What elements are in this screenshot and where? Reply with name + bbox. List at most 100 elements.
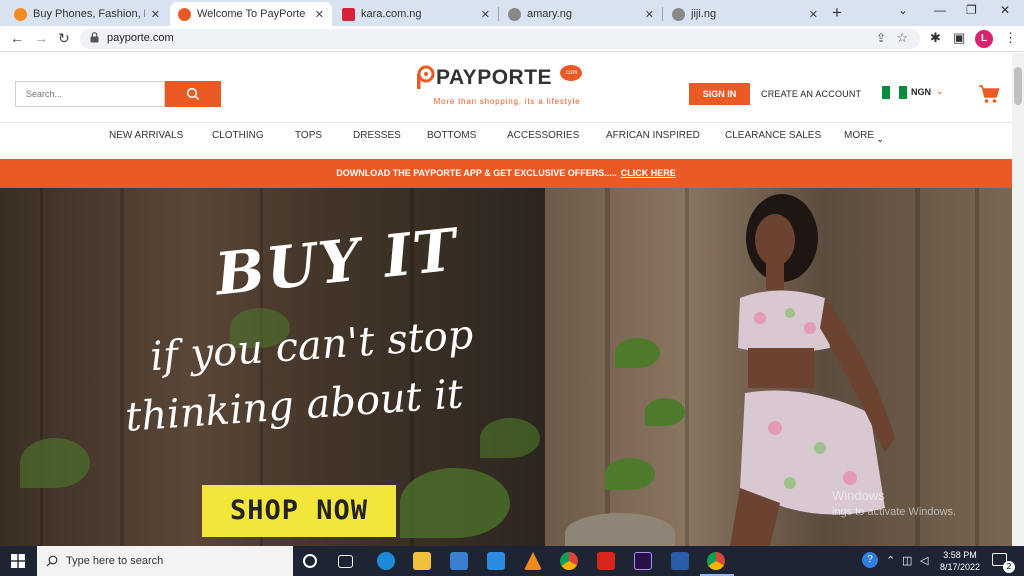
payporte-logo-mark-icon — [417, 65, 435, 89]
restore-icon[interactable]: ❐ — [966, 3, 977, 17]
promo-text: DOWNLOAD THE PAYPORTE APP & GET EXCLUSIV… — [336, 168, 617, 178]
tab-title: Buy Phones, Fashion, Electro — [33, 8, 145, 20]
windows-taskbar: Type here to search ? ⌃ ◫ ◁ 3:58 PM 8/17… — [0, 546, 1024, 576]
shop-now-button[interactable]: SHOP NOW — [202, 485, 396, 537]
globe-icon — [672, 7, 685, 21]
search-icon — [46, 555, 58, 567]
nav-clearance-sales[interactable]: CLEARANCE SALES — [725, 130, 821, 141]
logo-wordmark: PAYPORTE — [436, 66, 553, 89]
taskbar-search-box[interactable]: Type here to search — [37, 546, 293, 576]
task-view-icon[interactable] — [338, 555, 353, 568]
tab-title: jiji.ng — [691, 8, 717, 20]
new-tab-button[interactable]: + — [832, 3, 842, 23]
search-input[interactable] — [15, 81, 165, 107]
browser-tab-strip: Buy Phones, Fashion, Electro ✕ Welcome T… — [0, 0, 1024, 26]
kara-favicon-icon — [342, 7, 355, 21]
tab-title: Welcome To PayPorte Fashio — [197, 8, 309, 20]
tab-title: amary.ng — [527, 8, 573, 20]
scrollbar-thumb[interactable] — [1014, 67, 1022, 105]
side-panel-icon[interactable]: ▣ — [953, 30, 965, 46]
word-icon[interactable] — [671, 552, 689, 570]
create-account-link[interactable]: CREATE AN ACCOUNT — [761, 89, 861, 99]
microsoft-store-icon[interactable] — [450, 552, 468, 570]
chrome-active-icon[interactable] — [707, 552, 725, 570]
edge-browser-icon[interactable] — [377, 552, 395, 570]
file-explorer-icon[interactable] — [413, 552, 431, 570]
globe-icon — [508, 7, 521, 21]
tab-title: kara.com.ng — [361, 8, 422, 20]
tab-separator — [498, 7, 499, 21]
chevron-down-icon[interactable]: ⌄ — [936, 86, 944, 97]
browser-tab-jumia[interactable]: Buy Phones, Fashion, Electro ✕ — [6, 2, 168, 26]
search-icon — [186, 87, 200, 101]
close-tab-icon[interactable]: ✕ — [151, 8, 160, 21]
close-tab-icon[interactable]: ✕ — [315, 8, 324, 21]
menu-kebab-icon[interactable]: ⋮ — [1004, 30, 1017, 46]
lock-icon — [90, 32, 99, 43]
url-text: payporte.com — [107, 32, 174, 44]
network-icon[interactable]: ◫ — [902, 554, 912, 567]
close-window-icon[interactable]: ✕ — [1000, 3, 1010, 17]
nav-african-inspired[interactable]: AFRICAN INSPIRED — [606, 130, 700, 141]
forward-arrow-icon[interactable]: → — [34, 30, 48, 46]
taskbar-clock[interactable]: 3:58 PM 8/17/2022 — [939, 549, 981, 573]
address-bar[interactable]: payporte.com ⇪ ☆ — [80, 29, 920, 49]
tray-chevron-up-icon[interactable]: ⌃ — [886, 554, 895, 567]
hero-banner[interactable]: BUY IT if you can't stop thinking about … — [0, 188, 1012, 546]
reload-icon[interactable]: ↻ — [58, 30, 70, 47]
profile-avatar[interactable]: L — [975, 30, 993, 48]
logo-tagline: More than shopping, its a lifestyle — [433, 97, 581, 106]
extensions-puzzle-icon[interactable]: ✱ — [930, 30, 941, 46]
nav-dresses[interactable]: DRESSES — [353, 130, 401, 141]
jumia-favicon-icon — [14, 7, 27, 21]
promo-click-here-link[interactable]: CLICK HERE — [621, 168, 676, 178]
mail-icon[interactable] — [487, 552, 505, 570]
close-tab-icon[interactable]: ✕ — [481, 8, 490, 21]
vlc-icon[interactable] — [524, 552, 542, 570]
shopping-cart-icon[interactable] — [978, 84, 1000, 104]
app-promo-banner: DOWNLOAD THE PAYPORTE APP & GET EXCLUSIV… — [0, 159, 1012, 188]
share-icon[interactable]: ⇪ — [876, 31, 886, 45]
premiere-pro-icon[interactable] — [634, 552, 652, 570]
nav-tops[interactable]: TOPS — [295, 130, 322, 141]
help-icon[interactable]: ? — [862, 552, 878, 568]
payporte-logo[interactable]: PAYPORTE .com More than shopping, its a … — [412, 63, 602, 113]
page-scrollbar[interactable] — [1012, 53, 1024, 546]
close-tab-icon[interactable]: ✕ — [645, 8, 654, 21]
nav-accessories[interactable]: ACCESSORIES — [507, 130, 579, 141]
bookmark-star-icon[interactable]: ☆ — [896, 30, 908, 46]
nav-bottoms[interactable]: BOTTOMS — [427, 130, 476, 141]
browser-tab-jiji[interactable]: jiji.ng ✕ — [664, 2, 826, 26]
taskbar-search-placeholder: Type here to search — [66, 555, 164, 567]
clock-time: 3:58 PM — [943, 550, 977, 560]
browser-tab-amary[interactable]: amary.ng ✕ — [500, 2, 662, 26]
payporte-favicon-icon — [178, 7, 191, 21]
cortana-icon[interactable] — [303, 554, 317, 568]
minimize-icon[interactable]: — — [934, 3, 946, 17]
nav-new-arrivals[interactable]: NEW ARRIVALS — [109, 130, 183, 141]
chevron-down-icon[interactable]: ⌄ — [876, 134, 884, 145]
close-tab-icon[interactable]: ✕ — [809, 8, 818, 21]
acrobat-icon[interactable] — [597, 552, 615, 570]
back-arrow-icon[interactable]: ← — [10, 30, 24, 46]
search-button[interactable] — [165, 81, 221, 107]
nav-more[interactable]: MORE — [844, 130, 874, 141]
windows-start-icon[interactable] — [11, 554, 25, 568]
nigeria-flag-icon[interactable] — [882, 86, 907, 99]
volume-icon[interactable]: ◁ — [920, 554, 928, 567]
sign-in-button[interactable]: SIGN IN — [689, 83, 750, 105]
category-nav: NEW ARRIVALS CLOTHING TOPS DRESSES BOTTO… — [0, 124, 1012, 159]
currency-selector[interactable]: NGN — [911, 87, 931, 97]
notification-count-badge: 2 — [1003, 561, 1015, 573]
logo-com-badge: .com — [560, 65, 582, 81]
browser-tab-payporte[interactable]: Welcome To PayPorte Fashio ✕ — [170, 2, 332, 26]
site-search — [15, 81, 221, 107]
tab-search-chevron-icon[interactable]: ⌄ — [898, 3, 908, 17]
nav-clothing[interactable]: CLOTHING — [212, 130, 264, 141]
activate-windows-watermark: Windows — [832, 488, 885, 503]
site-header: PAYPORTE .com More than shopping, its a … — [0, 53, 1012, 123]
chrome-icon[interactable] — [560, 552, 578, 570]
browser-tab-kara[interactable]: kara.com.ng ✕ — [334, 2, 498, 26]
tab-separator — [662, 7, 663, 21]
browser-toolbar: ← → ↻ payporte.com ⇪ ☆ ✱ ▣ ⋮ — [0, 26, 1024, 52]
